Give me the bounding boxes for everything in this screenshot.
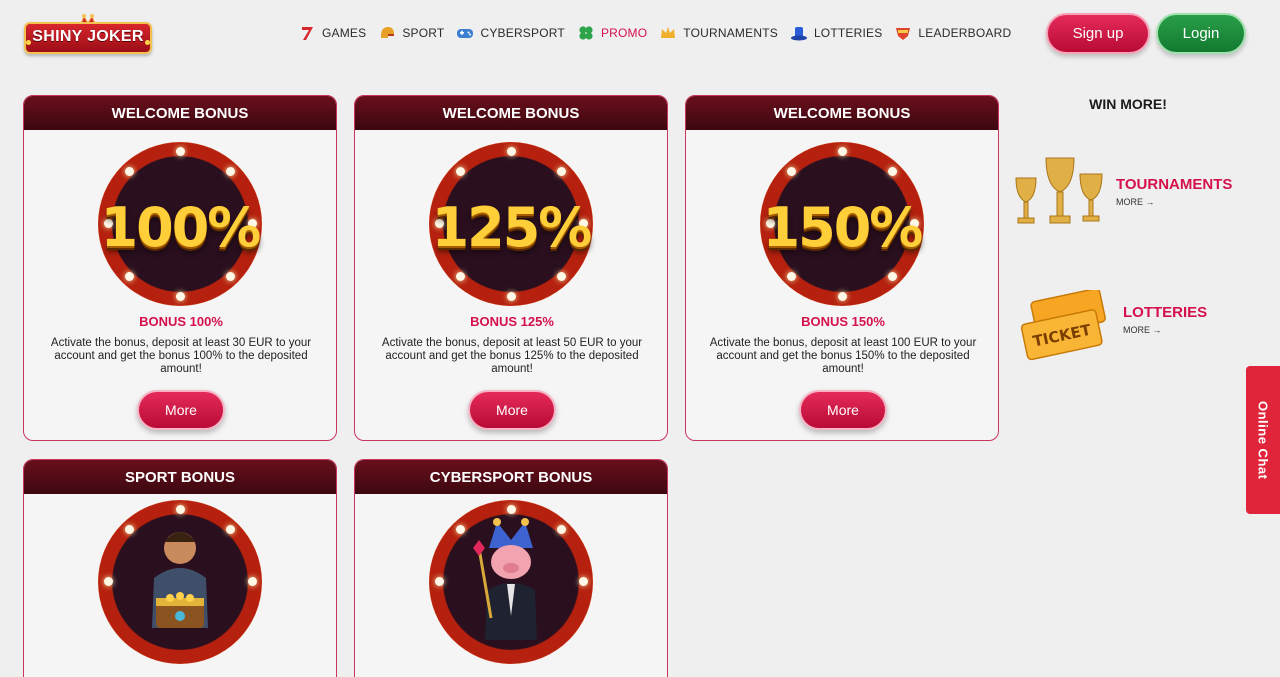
- card-header: WELCOME BONUS: [355, 96, 667, 130]
- medal-light: [226, 167, 235, 176]
- more-button[interactable]: More: [799, 390, 887, 430]
- nav-label: GAMES: [322, 26, 367, 40]
- nav-label: TOURNAMENTS: [683, 26, 778, 40]
- seven-icon: [302, 27, 313, 40]
- medal-light: [579, 577, 588, 586]
- site-header: SHINY JOKER GAMES SPORT CYBERSPORT PROMO…: [0, 0, 1280, 72]
- win-more-title: WIN MORE!: [1089, 96, 1167, 112]
- medal-light: [507, 147, 516, 156]
- nav-item-tournaments[interactable]: TOURNAMENTS: [659, 24, 778, 42]
- medal-light: [125, 167, 134, 176]
- main-nav: GAMES SPORT CYBERSPORT PROMO TOURNAMENTS…: [298, 22, 1023, 44]
- nav-label: PROMO: [600, 26, 648, 40]
- medal-light: [787, 167, 796, 176]
- bonus-card: CYBERSPORT BONUS: [354, 459, 668, 677]
- medal-light: [787, 272, 796, 281]
- card-header: WELCOME BONUS: [24, 96, 336, 130]
- nav-label: LOTTERIES: [813, 26, 883, 40]
- medal-light: [176, 147, 185, 156]
- nav-item-leaderboard[interactable]: LEADERBOARD: [894, 24, 1011, 42]
- clover-icon: [579, 26, 593, 40]
- jester-pig-icon: [473, 518, 537, 640]
- bonus-medal: 150%: [760, 142, 924, 306]
- logo-light: [26, 40, 31, 45]
- logo-text: SHINY JOKER: [32, 28, 144, 45]
- site-logo[interactable]: SHINY JOKER: [24, 14, 152, 58]
- bonus-medal: 125%: [429, 142, 593, 306]
- helmet-icon: [381, 27, 395, 38]
- medal-light: [104, 577, 113, 586]
- bonus-description: Activate the bonus, deposit at least 50 …: [381, 337, 643, 375]
- online-chat-label: Online Chat: [1255, 400, 1271, 480]
- medal-light: [435, 577, 444, 586]
- treasure-hero-icon: [152, 532, 208, 628]
- medal-light: [557, 167, 566, 176]
- bonus-title: BONUS 100%: [139, 314, 223, 329]
- medal-light: [176, 505, 185, 514]
- medal-light: [507, 505, 516, 514]
- card-header: WELCOME BONUS: [686, 96, 998, 130]
- gamepad-icon: [457, 29, 474, 38]
- bonus-percent-badge: 100%: [100, 196, 262, 259]
- nav-item-cybersport[interactable]: CYBERSPORT: [456, 24, 565, 42]
- medal-light: [888, 272, 897, 281]
- tickets-icon: TICKET: [1020, 290, 1106, 361]
- bonus-card: WELCOME BONUS 125% BONUS 125% Activate t…: [354, 95, 668, 441]
- more-link[interactable]: MORE →: [1123, 325, 1207, 335]
- bonus-percent-badge: 125%: [431, 196, 593, 259]
- nav-item-lotteries[interactable]: LOTTERIES: [790, 24, 882, 42]
- nav-item-sport[interactable]: SPORT: [378, 24, 444, 42]
- bonus-percent-badge: 150%: [762, 196, 924, 259]
- bonus-medal: [98, 500, 262, 664]
- bonus-medal: [429, 500, 593, 664]
- sidebar-item-tournaments[interactable]: TOURNAMENTS MORE →: [1012, 154, 1232, 236]
- card-header: SPORT BONUS: [24, 460, 336, 494]
- trophies-icon: [1015, 157, 1103, 224]
- bonus-card: WELCOME BONUS 150% BONUS 150% Activate t…: [685, 95, 999, 441]
- nav-item-games[interactable]: GAMES: [298, 24, 366, 42]
- top-hat-icon: [790, 27, 807, 41]
- online-chat-button[interactable]: Online Chat: [1246, 366, 1280, 514]
- medal-light: [838, 147, 847, 156]
- medal-light: [838, 292, 847, 301]
- medal-light: [507, 292, 516, 301]
- bonus-card: WELCOME BONUS 100% BONUS 100% Activate t…: [23, 95, 337, 441]
- medal-light: [248, 577, 257, 586]
- bonus-title: BONUS 150%: [801, 314, 885, 329]
- nav-label: LEADERBOARD: [918, 26, 1012, 40]
- sidebar-item-label: TOURNAMENTS: [1116, 175, 1233, 193]
- medal-light: [888, 167, 897, 176]
- crown-icon: [661, 27, 676, 38]
- nav-item-promo[interactable]: PROMO: [577, 24, 647, 42]
- medal-light: [557, 272, 566, 281]
- medal-light: [456, 272, 465, 281]
- more-button[interactable]: More: [468, 390, 556, 430]
- medal-light: [125, 272, 134, 281]
- nav-label: SPORT: [402, 26, 445, 40]
- sidebar-item-label: LOTTERIES: [1123, 303, 1208, 321]
- nav-label: CYBERSPORT: [480, 26, 565, 40]
- logo-light: [145, 40, 150, 45]
- medal-light: [456, 167, 465, 176]
- bonus-medal: 100%: [98, 142, 262, 306]
- more-link[interactable]: MORE →: [1116, 197, 1232, 207]
- sidebar-item-lotteries[interactable]: TICKET LOTTERIES MORE →: [1016, 290, 1207, 362]
- medal-light: [176, 292, 185, 301]
- more-button[interactable]: More: [137, 390, 225, 430]
- bonus-description: Activate the bonus, deposit at least 100…: [709, 337, 977, 375]
- bonus-title: BONUS 125%: [470, 314, 554, 329]
- signup-button[interactable]: Sign up: [1046, 13, 1150, 54]
- badge-icon: [896, 28, 911, 40]
- card-header: CYBERSPORT BONUS: [355, 460, 667, 494]
- login-button[interactable]: Login: [1156, 13, 1246, 54]
- bonus-description: Activate the bonus, deposit at least 30 …: [50, 337, 312, 375]
- medal-light: [226, 272, 235, 281]
- bonus-card: SPORT BONUS: [23, 459, 337, 677]
